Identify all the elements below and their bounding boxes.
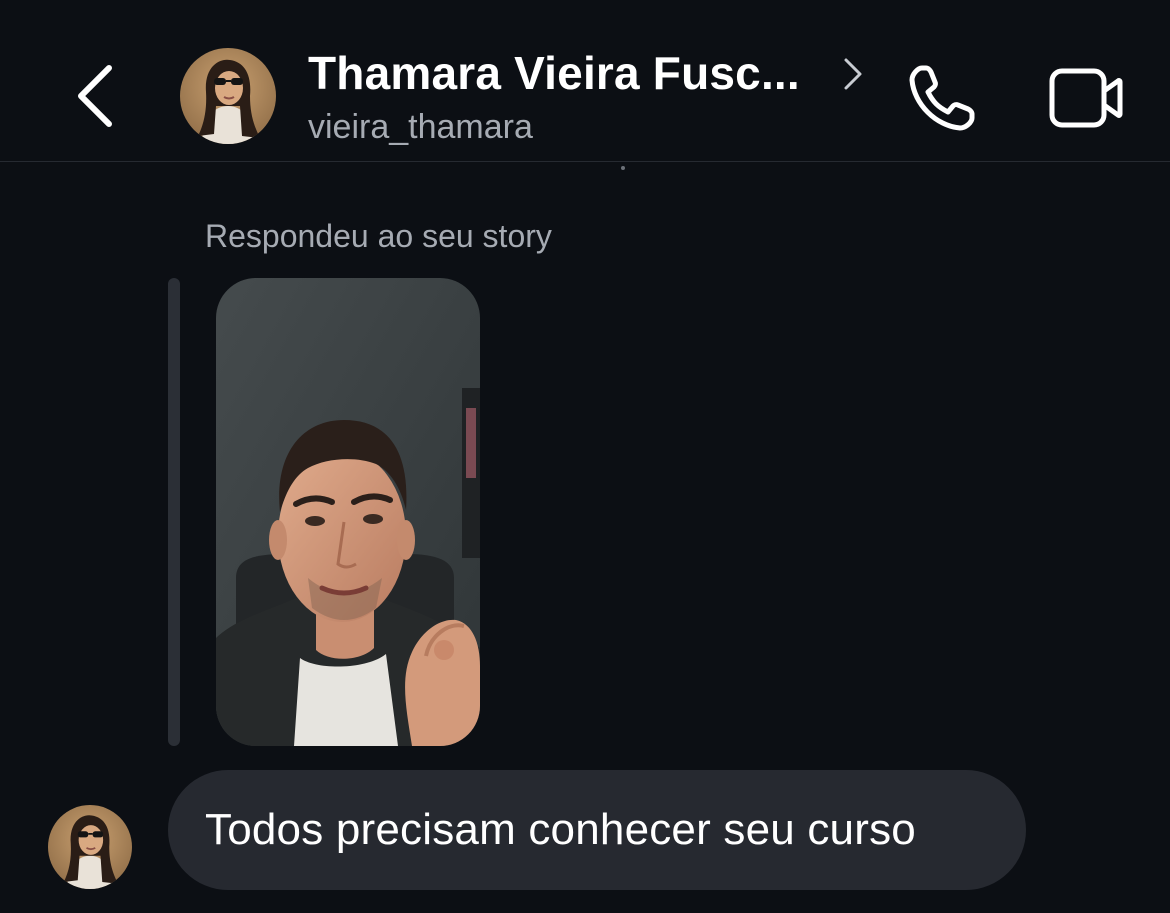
message-sender-avatar[interactable] [48,805,132,889]
phone-icon [909,65,975,131]
voice-call-button[interactable] [900,56,984,140]
story-thumbnail[interactable] [216,278,480,746]
message-text: Todos precisam conhecer seu curso [205,805,916,854]
reply-quote-bar [168,278,180,746]
video-call-button[interactable] [1042,56,1130,140]
video-camera-icon [1049,68,1123,128]
chevron-left-icon [78,65,112,127]
contact-avatar[interactable] [180,48,276,144]
chat-header: Thamara Vieira Fusc... vieira_thamara [0,0,1170,162]
chevron-right-icon[interactable] [840,56,866,92]
chat-screen: Thamara Vieira Fusc... vieira_thamara Re… [0,0,1170,913]
scroll-indicator [620,158,626,170]
back-button[interactable] [60,60,130,132]
story-reply-label: Respondeu ao seu story [205,218,552,254]
contact-name[interactable]: Thamara Vieira Fusc... [308,46,800,100]
message-bubble[interactable]: Todos precisam conhecer seu curso [168,770,1026,890]
contact-username[interactable]: vieira_thamara [308,108,533,147]
